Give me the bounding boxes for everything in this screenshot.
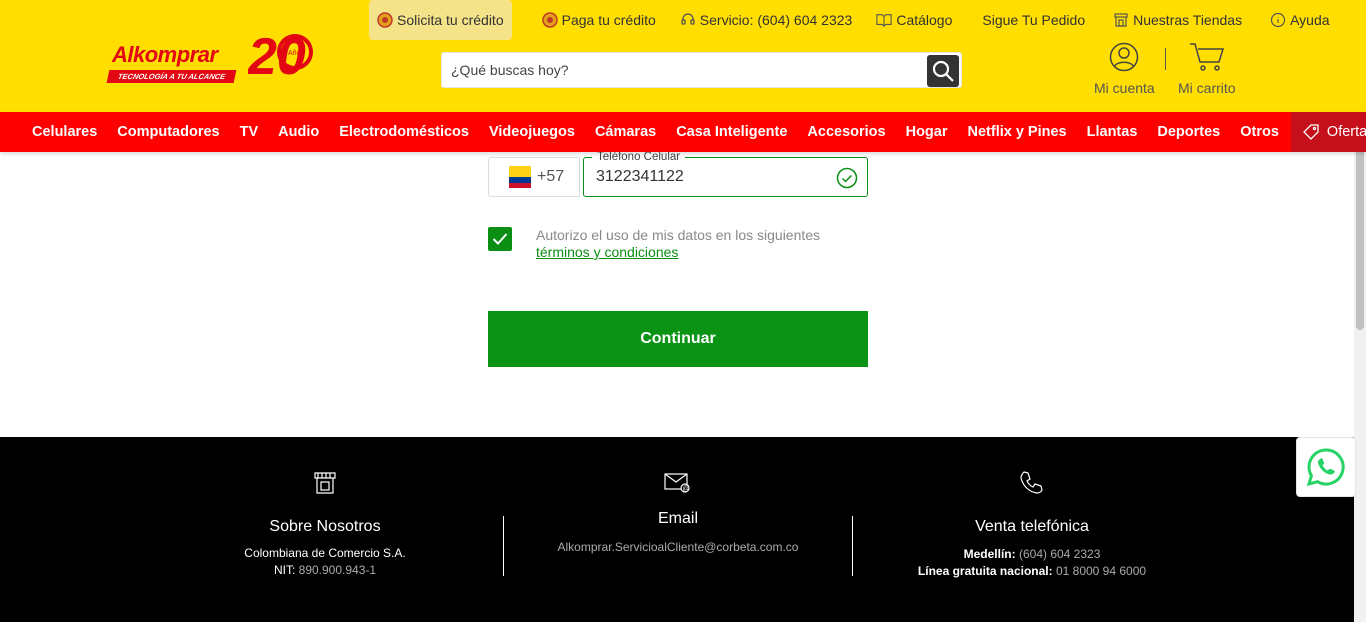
nav-item-audio[interactable]: Audio [268,112,329,152]
check-circle-icon [836,167,858,189]
consent-text: Autorizo el uso de mis datos en los sigu… [536,227,821,243]
checkmark-icon [492,233,508,245]
nav-item-casa-inteligente[interactable]: Casa Inteligente [666,112,797,152]
footer-medellin-label: Medellín: [963,547,1016,561]
anniversary-label: Años [288,50,304,57]
tag-icon [1303,124,1319,140]
catalog-book-icon [876,12,892,28]
continue-button[interactable]: Continuar [488,311,868,367]
nav-item-otros[interactable]: Otros [1230,112,1289,152]
credit-coin-icon [377,12,393,28]
footer-nit: NIT: 890.900.943-1 [225,563,425,577]
search-input[interactable] [442,53,926,87]
footer-divider [852,516,853,576]
phone-input[interactable] [584,158,824,196]
category-nav: Celulares Computadores TV Audio Electrod… [0,112,1366,152]
pay-credit-label: Paga tu crédito [561,12,656,28]
track-order-label: Sigue Tu Pedido [982,12,1086,28]
footer-email: @ Email Alkomprar.ServicioalCliente@corb… [528,437,828,554]
cart-icon [1189,43,1224,71]
footer-national-label: Línea gratuita nacional: [917,564,1053,578]
site-footer: Sobre Nosotros Colombiana de Comercio S.… [0,437,1354,622]
nav-item-camaras[interactable]: Cámaras [585,112,666,152]
nav-item-accesorios[interactable]: Accesorios [797,112,895,152]
headset-icon [680,12,696,28]
footer-national-line: Línea gratuita nacional: 01 8000 94 6000 [902,564,1162,578]
footer-phone-title: Venta telefónica [975,518,1089,535]
scrollbar-thumb[interactable] [1356,124,1364,330]
nav-item-deportes[interactable]: Deportes [1147,112,1230,152]
whatsapp-icon [1306,448,1345,487]
pay-coin-icon [541,12,558,28]
footer-medellin-value[interactable]: (604) 604 2323 [1019,547,1100,561]
service-phone-label: Servicio: (604) 604 2323 [699,12,853,28]
svg-text:@: @ [683,486,690,493]
info-icon [1270,12,1286,28]
credit-request-label: Solicita tu crédito [397,12,504,28]
my-cart-label: Mi carrito [1178,80,1236,96]
footer-phone-sales: Venta telefónica Medellín: (604) 604 232… [902,437,1162,578]
nav-item-tv[interactable]: TV [230,112,269,152]
country-code-value: +57 [537,168,565,185]
header-divider [1165,48,1166,70]
phone-input-row: +57 Teléfono Celular [488,151,868,197]
whatsapp-button[interactable] [1296,437,1356,497]
pay-credit-link[interactable]: Paga tu crédito [534,0,664,40]
search-button[interactable] [927,55,959,87]
consent-checkbox[interactable] [488,227,512,251]
email-icon: @ [664,473,690,493]
footer-divider [503,516,504,576]
footer-about: Sobre Nosotros Colombiana de Comercio S.… [225,437,425,577]
store-icon [1113,12,1129,28]
site-header: Alkomprar TECNOLOGÍA A TU ALCANCE 20 Año… [0,0,1366,112]
nav-item-llantas[interactable]: Llantas [1077,112,1148,152]
footer-email-address[interactable]: Alkomprar.ServicioalCliente@corbeta.com.… [528,540,828,554]
phone-field: Teléfono Celular [583,151,868,197]
track-order-link[interactable]: Sigue Tu Pedido [974,0,1093,40]
logo-wordmark: Alkomprar [112,42,218,67]
footer-national-value[interactable]: 01 8000 94 6000 [1056,564,1146,578]
user-icon [1110,42,1139,72]
logo-tagline: TECNOLOGÍA A TU ALCANCE [106,70,237,83]
search-bar [441,52,962,88]
my-account-label: Mi cuenta [1094,80,1155,96]
help-label: Ayuda [1290,12,1330,28]
credit-request-link[interactable]: Solicita tu crédito [369,0,512,40]
alkomprar-logo[interactable]: Alkomprar TECNOLOGÍA A TU ALCANCE 20 Año… [106,28,323,86]
search-icon [932,60,954,82]
nav-ofertas-label: Ofertas [1326,124,1366,140]
nav-item-videojuegos[interactable]: Videojuegos [479,112,585,152]
nav-item-celulares[interactable]: Celulares [22,112,107,152]
footer-nit-label: NIT: [273,563,296,577]
stores-link[interactable]: Nuestras Tiendas [1105,0,1250,40]
store-icon [314,472,336,494]
my-account-link[interactable]: Mi cuenta [1094,42,1155,96]
nav-item-netflix-pines[interactable]: Netflix y Pines [958,112,1077,152]
footer-email-title: Email [657,510,698,527]
colombia-flag-icon [509,166,531,188]
footer-medellin-line: Medellín: (604) 604 2323 [902,547,1162,561]
footer-company-name: Colombiana de Comercio S.A. [244,546,406,560]
nav-item-electrodomesticos[interactable]: Electrodomésticos [329,112,479,152]
top-utility-bar: Solicita tu crédito Paga tu crédito Serv… [369,0,1346,40]
help-link[interactable]: Ayuda [1262,0,1337,40]
nav-item-computadores[interactable]: Computadores [107,112,229,152]
country-code-select[interactable]: +57 [488,157,580,197]
stores-label: Nuestras Tiendas [1133,12,1243,28]
catalog-label: Catálogo [896,12,953,28]
my-cart-link[interactable]: Mi carrito [1178,42,1236,96]
footer-nit-value: 890.900.943-1 [298,563,377,577]
nav-item-hogar[interactable]: Hogar [896,112,958,152]
phone-icon [1020,471,1043,494]
page-scrollbar[interactable] [1354,112,1366,622]
service-phone-link[interactable]: Servicio: (604) 604 2323 [672,0,861,40]
footer-about-title: Sobre Nosotros [269,518,381,535]
nav-item-ofertas[interactable]: Ofertas [1290,112,1366,152]
terms-link[interactable]: términos y condiciones [536,244,678,260]
anniversary-20-badge: 20 Años [248,28,313,82]
catalog-link[interactable]: Catálogo [868,0,960,40]
